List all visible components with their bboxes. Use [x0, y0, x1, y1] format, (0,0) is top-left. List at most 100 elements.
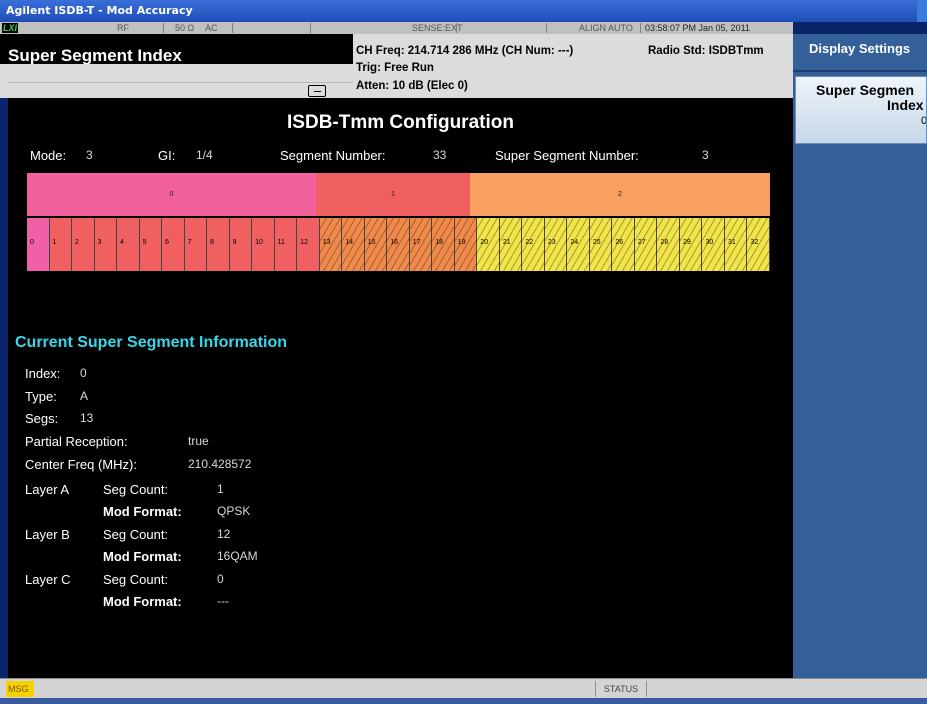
- segment-label: 5: [142, 239, 147, 246]
- segment-cell: 1: [49, 218, 72, 271]
- align-indicator: ALIGN AUTO: [579, 23, 633, 33]
- segment-cell: 15: [364, 218, 388, 271]
- divider: [456, 23, 457, 33]
- segment-label: 26: [615, 239, 624, 246]
- divider: [546, 23, 547, 33]
- app-window: Agilent ISDB-T - Mod Accuracy LXI RF 50 …: [0, 0, 927, 704]
- status-button[interactable]: STATUS: [595, 681, 647, 697]
- layer-b-seg-count-value: 12: [217, 527, 231, 541]
- gi-label: GI:: [158, 148, 176, 163]
- segment-label: 28: [660, 239, 669, 246]
- segment-label: 23: [547, 239, 556, 246]
- trigger-icon: [308, 85, 326, 97]
- segment-label: 31: [727, 239, 736, 246]
- segment-label: 30: [705, 239, 714, 246]
- info-section-title: Current Super Segment Information: [15, 334, 288, 351]
- segment-label: 20: [480, 239, 489, 246]
- radio-standard: Radio Std: ISDBTmm: [648, 45, 764, 57]
- layer-a-seg-count-value: 1: [217, 482, 224, 496]
- layer-c-label: Layer C: [25, 572, 71, 587]
- super-segment-index-softkey[interactable]: Super Segmen Index 0: [795, 76, 927, 144]
- segment-cell: 25: [589, 218, 613, 271]
- divider: [163, 23, 164, 33]
- lxi-icon: LXI: [2, 23, 18, 33]
- segment-label: 10: [255, 239, 263, 246]
- layer-b-seg-count-label: Seg Count:: [103, 527, 169, 542]
- segment-label: 17: [412, 239, 421, 246]
- divider: [310, 23, 311, 33]
- divider: [8, 82, 353, 83]
- segment-cell: 19: [454, 218, 478, 271]
- index-value: 0: [80, 366, 87, 380]
- segment-label: 16: [390, 239, 399, 246]
- segment-cell: 28: [657, 218, 680, 271]
- segment-cell: 12: [297, 218, 320, 271]
- type-value: A: [80, 389, 89, 403]
- segment-label: 1: [52, 239, 57, 246]
- softkey-panel: Display Settings Super Segmen Index 0: [793, 34, 927, 678]
- super-segment-label: 1: [391, 191, 395, 198]
- softkey-label-line1: Super Segmen: [816, 82, 915, 98]
- configuration-title: ISDB-Tmm Configuration: [287, 112, 514, 133]
- segment-label: 11: [277, 239, 285, 246]
- segment-label: 6: [165, 239, 169, 246]
- segment-label: 19: [457, 239, 466, 246]
- divider: [640, 23, 641, 33]
- segment-cell: 21: [499, 218, 523, 271]
- measurement-title-box: Super Segment Index: [0, 34, 353, 65]
- segment-label: 3: [97, 239, 102, 246]
- segment-cell: 2: [72, 218, 95, 271]
- segment-cell: 14: [342, 218, 365, 271]
- segs-label: Segs:: [25, 411, 59, 426]
- measurement-header: Super Segment Index CH Freq: 214.714 286…: [0, 34, 793, 98]
- segment-cell: 5: [139, 218, 163, 271]
- segment-cell: 22: [522, 218, 545, 271]
- coupling-indicator: AC: [205, 23, 218, 33]
- layer-c-mod-format-label: Mod Format:: [103, 594, 182, 609]
- segment-cell: 18: [432, 218, 455, 271]
- channel-frequency: CH Freq: 214.714 286 MHz (CH Num: ---): [356, 45, 574, 57]
- segment-label: 27: [637, 239, 646, 246]
- softkey-label-line2: Index: [887, 97, 924, 113]
- segment-number-value: 33: [433, 148, 447, 162]
- softkey-menu-title: Display Settings: [793, 34, 927, 72]
- segment-label: 13: [322, 239, 331, 246]
- segment-label: 4: [120, 239, 124, 246]
- segment-cell: 27: [634, 218, 658, 271]
- super-segment-label: 0: [169, 191, 174, 198]
- super-segment-number-value: 3: [702, 148, 709, 162]
- segment-label: 14: [345, 239, 353, 246]
- segment-cell: 9: [229, 218, 253, 271]
- gi-value: 1/4: [196, 148, 213, 162]
- divider: [232, 23, 233, 33]
- super-segment-band-2: 2: [470, 173, 770, 216]
- segment-label: 7: [187, 239, 192, 246]
- segment-cell: 3: [94, 218, 118, 271]
- segs-value: 13: [80, 411, 94, 425]
- layer-b-mod-format-value: 16QAM: [217, 549, 258, 563]
- segment-label: 24: [570, 239, 579, 246]
- window-title-bar: Agilent ISDB-T - Mod Accuracy: [0, 0, 927, 22]
- layer-a-label: Layer A: [25, 482, 70, 497]
- type-label: Type:: [25, 389, 57, 404]
- segment-cell: 4: [117, 218, 140, 271]
- segment-label: 0: [30, 239, 34, 246]
- segment-label: 29: [682, 239, 691, 246]
- segment-cell: 32: [747, 218, 770, 271]
- super-segment-label: 2: [618, 191, 622, 198]
- super-segment-number-label: Super Segment Number:: [495, 148, 639, 163]
- segment-strip: 0 1 2 3 4 5 6 7 8 9 10 11 12 13 14 15 16 17 18 19 20 21 22 23 24…: [27, 218, 770, 271]
- segment-label: 22: [525, 239, 534, 246]
- message-indicator[interactable]: MSG: [6, 681, 34, 697]
- super-segment-band-1: 1: [316, 173, 470, 216]
- segment-label: 32: [750, 239, 759, 246]
- center-freq-label: Center Freq (MHz):: [25, 457, 137, 472]
- segment-cell: 24: [567, 218, 590, 271]
- segment-cell: 17: [409, 218, 433, 271]
- datetime: 03:58:07 PM Jan 05, 2011: [645, 23, 750, 33]
- segment-cell: 6: [162, 218, 185, 271]
- segment-label: 18: [435, 239, 444, 246]
- segment-cell: 20: [477, 218, 500, 271]
- layer-a-seg-count-label: Seg Count:: [103, 482, 169, 497]
- layer-b-label: Layer B: [25, 527, 70, 542]
